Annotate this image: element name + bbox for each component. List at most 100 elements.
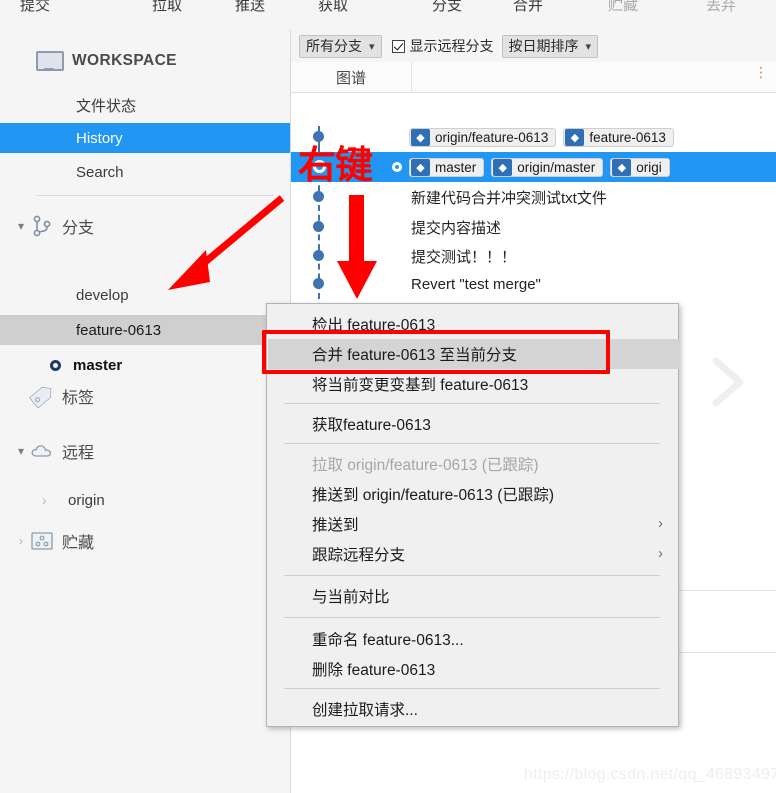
menu-item-label: 将当前变更变基到 feature-0613 [312,377,529,394]
sidebar-group-tags[interactable]: 标签 [0,380,290,412]
branch-tag[interactable]: ◆ origin/master [491,157,604,177]
sidebar-group-stash[interactable]: › 贮藏 [0,525,290,557]
chevron-right-icon[interactable]: › [42,492,56,508]
branch-tag-group: ◆ origin/feature-0613 ◆ feature-0613 [409,122,681,152]
branch-tag[interactable]: ◆ master [409,157,485,177]
menu-item-push-to-tracked[interactable]: 推送到 origin/feature-0613 (已跟踪) [268,479,679,509]
toolbar-button-commit[interactable]: 提交 [20,0,50,15]
sidebar-group-label: 分支 [62,220,95,237]
sidebar-divider [36,195,274,196]
branch-filter-dropdown[interactable]: 所有分支 ▾ [299,34,382,58]
sidebar-group-label: 远程 [62,445,95,462]
main-toolbar: 提交 拉取 推送 获取 分支 合并 贮藏 丢弃 [0,0,776,31]
chevron-right-large-icon[interactable] [706,355,750,409]
commit-dot [313,131,324,142]
checkbox-icon[interactable] [391,39,405,53]
monitor-icon [36,50,64,72]
sidebar-item-label: origin [68,491,105,509]
history-row[interactable]: 提交测试！！！ [291,241,776,271]
workspace-header[interactable]: WORKSPACE [0,46,290,76]
current-branch-icon [50,359,61,371]
menu-item-checkout[interactable]: 检出 feature-0613 [268,309,679,339]
history-filter-bar: 所有分支 ▾ 显示远程分支 按日期排序 ▾ [291,30,776,63]
menu-item-label: 与当前对比 [312,589,390,606]
menu-item-label: 重命名 feature-0613... [312,632,464,649]
branch-tag-label: feature-0613 [589,129,666,145]
toolbar-button-stash[interactable]: 贮藏 [608,0,638,15]
show-remote-branches-checkbox[interactable]: 显示远程分支 [391,36,494,56]
menu-item-label: 推送到 origin/feature-0613 (已跟踪) [312,487,555,504]
annotation-right-click-label: 右键 [298,143,373,187]
menu-item-rename[interactable]: 重命名 feature-0613... [268,624,679,654]
commit-message: Revert "test merge" [411,275,541,293]
menu-item-push-to[interactable]: 推送到 › [268,509,679,539]
menu-item-merge-into-current[interactable]: 合并 feature-0613 至当前分支 [268,339,679,369]
commit-message: 新建代码合并冲突测试txt文件 [411,189,607,207]
sidebar-item-file-status[interactable]: 文件状态 [0,90,290,120]
toolbar-button-merge[interactable]: 合并 [513,0,543,15]
branch-context-menu: 检出 feature-0613 合并 feature-0613 至当前分支 将当… [266,303,679,727]
commit-dot [313,278,324,289]
toolbar-button-pull[interactable]: 拉取 [152,0,182,15]
sidebar-group-branches[interactable]: ▾ 分支 [0,210,290,242]
sidebar-group-label: 标签 [62,390,95,407]
sidebar-remote-origin[interactable]: › origin [0,485,290,515]
menu-item-label: 拉取 origin/feature-0613 (已跟踪) [312,457,539,474]
branch-tag[interactable]: ◆ feature-0613 [563,127,674,147]
menu-separator [284,688,660,689]
sort-order-dropdown[interactable]: 按日期排序 ▾ [501,34,599,58]
menu-item-create-pull-request[interactable]: 创建拉取请求... [268,694,679,724]
chevron-right-icon[interactable]: › [14,534,28,548]
sidebar-item-history[interactable]: History [0,123,290,153]
sidebar-branch-master[interactable]: master [0,350,290,380]
menu-item-label: 删除 feature-0613 [312,662,436,679]
cloud-icon [28,442,56,460]
column-options-icon[interactable]: ⋮ [754,65,768,79]
menu-item-track-remote-branch[interactable]: 跟踪远程分支 › [268,539,679,569]
menu-item-label: 合并 feature-0613 至当前分支 [312,347,518,364]
menu-item-rebase[interactable]: 将当前变更变基到 feature-0613 [268,369,679,399]
sidebar-group-remotes[interactable]: ▾ 远程 [0,435,290,467]
menu-item-label: 创建拉取请求... [312,702,418,719]
history-row[interactable]: 提交内容描述 [291,212,776,242]
menu-item-delete[interactable]: 删除 feature-0613 [268,654,679,684]
sort-order-value: 按日期排序 [508,38,579,54]
sidebar-item-label: develop [76,286,129,304]
commit-dot [313,191,324,202]
chevron-down-icon[interactable]: ▾ [14,444,28,458]
history-row[interactable]: Revert "test merge" [291,269,776,299]
history-column-header: 图谱 ⋮ [291,62,776,93]
branch-tag-label: origi [636,159,662,175]
sidebar-item-search[interactable]: Search [0,157,290,187]
menu-separator [284,575,660,576]
branch-tag[interactable]: ◆ origi [610,157,670,177]
menu-item-label: 推送到 [312,517,359,534]
column-header-graph[interactable]: 图谱 [291,62,412,92]
toolbar-button-push[interactable]: 推送 [235,0,265,15]
menu-item-compare-with-current[interactable]: 与当前对比 [268,581,679,611]
branch-tag[interactable]: ◆ origin/feature-0613 [409,127,557,147]
submenu-arrow-icon: › [658,545,663,562]
menu-item-label: 获取feature-0613 [312,417,431,434]
sidebar-branch-develop[interactable]: develop [0,280,290,310]
sidebar-item-label: Search [76,163,124,181]
sidebar-item-label: feature-0613 [76,321,162,339]
commit-dot [313,250,324,261]
menu-item-label: 检出 feature-0613 [312,317,436,334]
chevron-down-icon: ▾ [369,40,375,53]
sidebar-branch-feature-0613[interactable]: feature-0613 [0,315,290,345]
commit-message: 提交内容描述 [411,219,502,237]
branch-tag-group: ◆ master ◆ origin/master ◆ origi [392,152,677,182]
sidebar-group-label: 贮藏 [62,535,95,552]
toolbar-button-discard[interactable]: 丢弃 [706,0,736,15]
menu-item-fetch[interactable]: 获取feature-0613 [268,409,679,439]
workspace-label: WORKSPACE [72,52,177,69]
chevron-down-icon[interactable]: ▾ [14,219,28,233]
toolbar-button-branch[interactable]: 分支 [432,0,462,15]
toolbar-button-fetch[interactable]: 获取 [318,0,348,15]
menu-separator [284,443,660,444]
sidebar-item-label: 文件状态 [76,97,137,115]
menu-separator [284,403,660,404]
stash-icon [28,531,56,551]
watermark: https://blog.csdn.net/qq_46893497 [524,766,776,783]
